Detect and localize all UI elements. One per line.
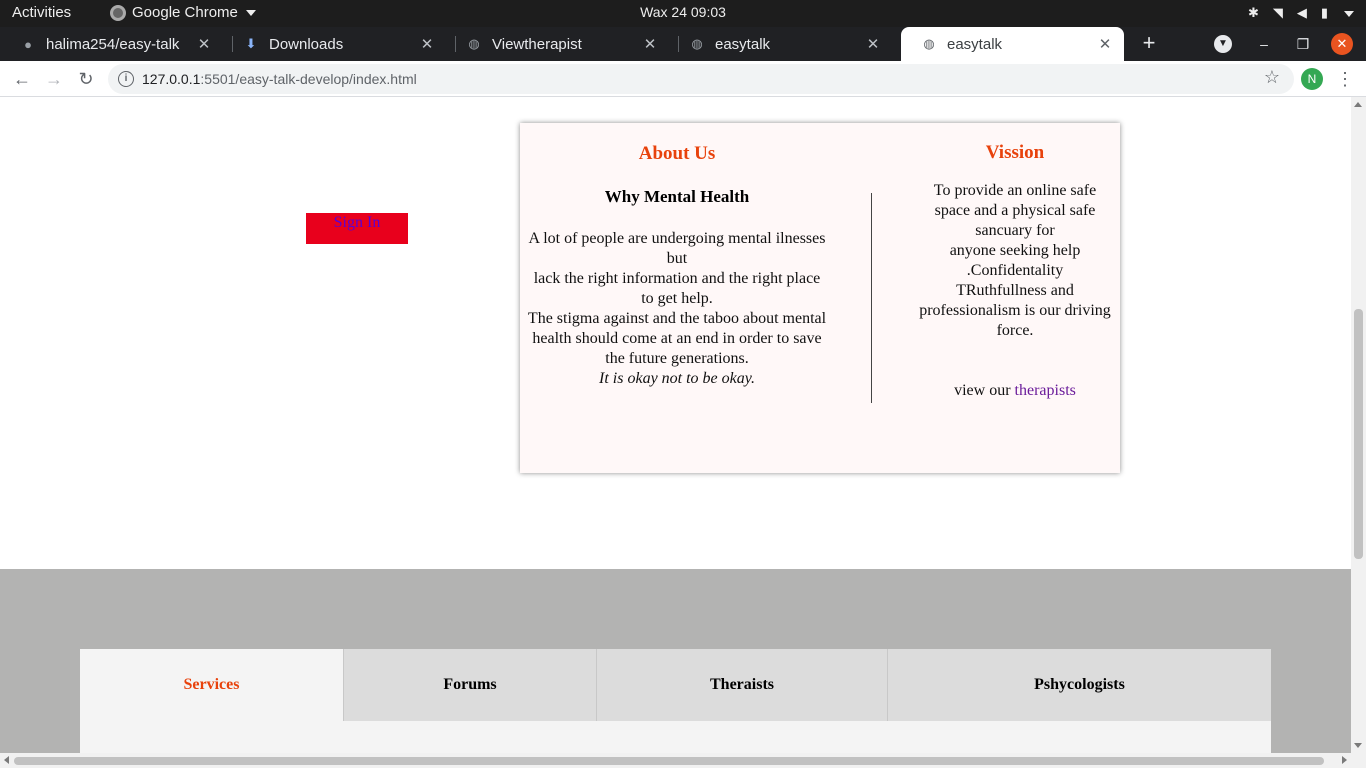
system-top-bar: Activities Google Chrome Wax 24 09:03 ✱ … bbox=[0, 0, 1366, 27]
restore-window-button[interactable]: ❐ bbox=[1291, 32, 1315, 56]
close-tab-icon[interactable]: ✕ bbox=[195, 35, 213, 53]
vertical-scroll-thumb[interactable] bbox=[1354, 309, 1363, 559]
power-menu-icon[interactable] bbox=[1342, 4, 1354, 21]
tab-title: easytalk bbox=[947, 35, 1003, 53]
close-tab-icon[interactable]: ✕ bbox=[641, 35, 659, 53]
browser-tab[interactable]: ◍ Viewtherapist ✕ bbox=[446, 27, 669, 61]
browser-toolbar: ← → ↻ i 127.0.0.1:5501/easy-talk-develop… bbox=[0, 61, 1366, 97]
system-tray[interactable]: ✱ ◥ ◀ ▮ bbox=[1248, 4, 1354, 21]
sign-in-button[interactable]: Sign In bbox=[306, 213, 408, 244]
about-paragraph: A lot of people are undergoing mental il… bbox=[520, 229, 834, 389]
tab-forums[interactable]: Forums bbox=[344, 649, 597, 721]
scroll-left-arrow-icon[interactable] bbox=[4, 756, 9, 764]
browser-tab[interactable]: ● halima254/easy-talk ✕ bbox=[0, 27, 223, 61]
tab-title: easytalk bbox=[715, 35, 771, 53]
browser-tab-active[interactable]: ◍ easytalk ✕ bbox=[901, 27, 1124, 61]
tab-search-icon[interactable]: ▼ bbox=[1214, 35, 1232, 53]
close-window-button[interactable]: ✕ bbox=[1331, 33, 1353, 55]
tab-title: halima254/easy-talk bbox=[46, 35, 180, 53]
address-bar[interactable]: i 127.0.0.1:5501/easy-talk-develop/index… bbox=[108, 64, 1294, 94]
vision-paragraph: To provide an online safe space and a ph… bbox=[919, 182, 1111, 339]
new-tab-button[interactable]: + bbox=[1136, 30, 1162, 58]
page-viewport: Sign In About Us Why Mental Health A lot… bbox=[0, 97, 1351, 753]
vertical-divider bbox=[871, 193, 872, 403]
wifi-icon[interactable]: ◥ bbox=[1273, 5, 1283, 21]
browser-tab[interactable]: ⬇ Downloads ✕ bbox=[223, 27, 446, 61]
horizontal-scrollbar[interactable] bbox=[0, 753, 1366, 768]
horizontal-scroll-thumb[interactable] bbox=[14, 757, 1324, 765]
vision-heading: Vission bbox=[985, 142, 1045, 163]
close-tab-icon[interactable]: ✕ bbox=[1096, 35, 1114, 53]
services-tabs: Services Forums Theraists Pshycologists bbox=[80, 649, 1271, 721]
download-icon: ⬇ bbox=[245, 36, 257, 51]
globe-icon: ◍ bbox=[691, 36, 703, 51]
view-therapists-line: view our therapists bbox=[954, 382, 1076, 399]
close-tab-icon[interactable]: ✕ bbox=[864, 35, 882, 53]
tab-title: Downloads bbox=[269, 35, 344, 53]
chrome-menu-icon[interactable]: ⋮ bbox=[1336, 66, 1354, 92]
reload-icon[interactable]: ↻ bbox=[73, 66, 99, 92]
scroll-down-arrow-icon[interactable] bbox=[1354, 743, 1362, 748]
services-panel: Services Forums Theraists Pshycologists bbox=[80, 649, 1271, 753]
vertical-scrollbar[interactable] bbox=[1351, 97, 1366, 753]
close-tab-icon[interactable]: ✕ bbox=[418, 35, 436, 53]
bookmark-star-icon[interactable]: ☆ bbox=[1264, 67, 1280, 88]
tab-title: Viewtherapist bbox=[492, 35, 582, 53]
volume-icon[interactable]: ◀ bbox=[1297, 5, 1307, 21]
github-icon: ● bbox=[24, 36, 32, 52]
browser-tab[interactable]: ◍ easytalk ✕ bbox=[669, 27, 892, 61]
profile-avatar[interactable]: N bbox=[1301, 68, 1323, 90]
therapists-link[interactable]: therapists bbox=[1015, 382, 1076, 399]
site-info-icon[interactable]: i bbox=[118, 71, 134, 87]
about-section: About Us Why Mental Health A lot of peop… bbox=[520, 123, 834, 473]
back-arrow-icon[interactable]: ← bbox=[9, 66, 35, 92]
url-text[interactable]: 127.0.0.1:5501/easy-talk-develop/index.h… bbox=[142, 71, 417, 87]
minimize-window-button[interactable]: – bbox=[1252, 32, 1276, 56]
about-heading: About Us bbox=[638, 143, 716, 164]
tab-strip: ● halima254/easy-talk ✕ ⬇ Downloads ✕ ◍ … bbox=[0, 27, 1366, 61]
about-vision-card: About Us Why Mental Health A lot of peop… bbox=[520, 123, 1120, 473]
scroll-right-arrow-icon[interactable] bbox=[1342, 756, 1347, 764]
battery-icon[interactable]: ▮ bbox=[1321, 5, 1328, 21]
clock[interactable]: Wax 24 09:03 bbox=[0, 4, 1366, 20]
globe-icon: ◍ bbox=[468, 36, 480, 51]
why-mental-health-heading: Why Mental Health bbox=[604, 187, 750, 206]
about-tagline: It is okay not to be okay. bbox=[599, 370, 755, 387]
tab-pshycologists[interactable]: Pshycologists bbox=[888, 649, 1271, 721]
slack-icon[interactable]: ✱ bbox=[1248, 5, 1259, 21]
vision-section: Vission To provide an online safe space … bbox=[912, 123, 1118, 401]
tab-services[interactable]: Services bbox=[80, 649, 344, 721]
forward-arrow-icon[interactable]: → bbox=[41, 66, 67, 92]
tab-theraists[interactable]: Theraists bbox=[597, 649, 888, 721]
scroll-up-arrow-icon[interactable] bbox=[1354, 102, 1362, 107]
globe-icon: ◍ bbox=[923, 36, 935, 51]
